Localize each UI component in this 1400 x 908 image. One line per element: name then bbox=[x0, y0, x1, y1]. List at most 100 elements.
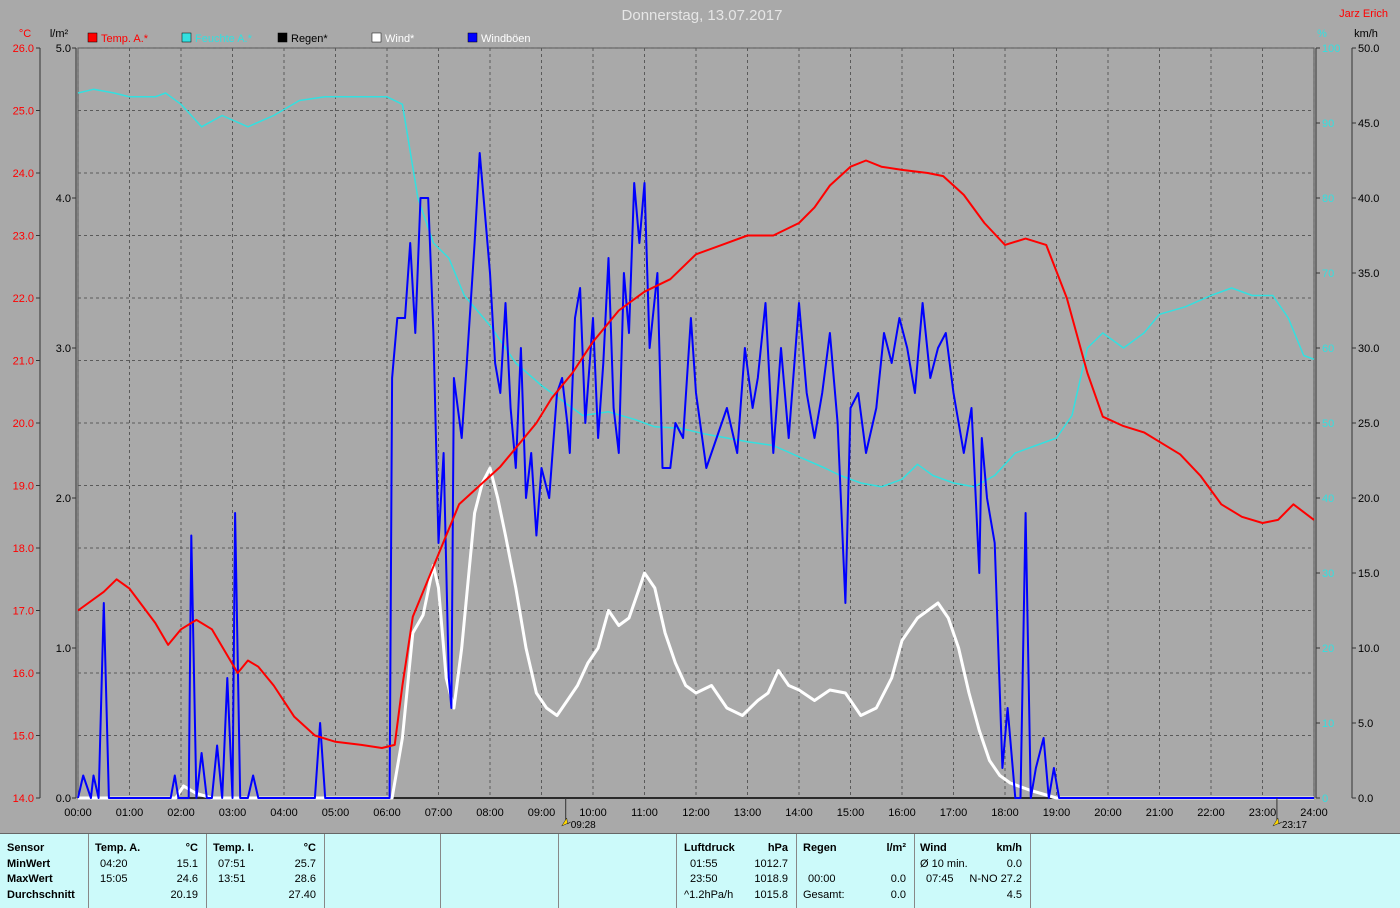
rain-unit: l/m² bbox=[886, 842, 906, 854]
wind-tick-label: 10.0 bbox=[1358, 643, 1379, 655]
wind-tick-label: 40.0 bbox=[1358, 193, 1379, 205]
temp-i-unit: °C bbox=[303, 842, 316, 854]
stats-panel: Sensor MinWert MaxWert Durchschnitt Temp… bbox=[0, 833, 1400, 908]
x-tick-label: 05:00 bbox=[322, 807, 350, 819]
legend-swatch bbox=[181, 32, 192, 43]
temp-tick-label: 24.0 bbox=[13, 168, 34, 180]
temp-i-min-value: 25.7 bbox=[294, 858, 316, 870]
x-tick-label: 00:00 bbox=[64, 807, 92, 819]
humidity-tick-label: 10 bbox=[1322, 718, 1334, 730]
lightning-icon bbox=[1272, 817, 1283, 827]
pressure-min-value: 1012.7 bbox=[754, 858, 788, 870]
wind-tick-label: 45.0 bbox=[1358, 118, 1379, 130]
temp-tick-label: 20.0 bbox=[13, 418, 34, 430]
x-tick-label: 24:00 bbox=[1300, 807, 1328, 819]
wind-tick-label: 20.0 bbox=[1358, 493, 1379, 505]
chart-title: Donnerstag, 13.07.2017 bbox=[622, 7, 783, 24]
x-tick-label: 07:00 bbox=[425, 807, 453, 819]
x-tick-label: 12:00 bbox=[682, 807, 710, 819]
weather-chart: 14.0 15.0 16.0 17.0 18.0 19.0 20.0 21.0 22.0 23.0… bbox=[13, 7, 1388, 831]
humidity-tick-label: 20 bbox=[1322, 643, 1334, 655]
temp-i-min-time: 07:51 bbox=[218, 858, 246, 870]
temp-i-max-value: 28.6 bbox=[294, 873, 316, 885]
wind-header: Wind bbox=[920, 842, 947, 854]
x-tick-label: 06:00 bbox=[373, 807, 401, 819]
legend-swatch bbox=[87, 32, 98, 43]
x-tick-label: 03:00 bbox=[219, 807, 247, 819]
temp-a-max-time: 15:05 bbox=[100, 873, 128, 885]
sensor-header: Sensor bbox=[7, 842, 45, 854]
row-label-max: MaxWert bbox=[7, 873, 53, 885]
x-tick-label: 23:00 bbox=[1249, 807, 1277, 819]
temp-tick-label: 25.0 bbox=[13, 106, 34, 118]
legend-swatch bbox=[277, 32, 288, 43]
temp-a-unit: °C bbox=[185, 842, 198, 854]
rain-tick-label: 5.0 bbox=[56, 43, 71, 55]
rain-max-time: 00:00 bbox=[808, 873, 836, 885]
rain-total-label: Gesamt: bbox=[803, 889, 845, 901]
legend-label: Regen* bbox=[291, 33, 328, 45]
temp-a-min-value: 15.1 bbox=[176, 858, 198, 870]
temp-tick-label: 23.0 bbox=[13, 231, 34, 243]
temp-i-max-time: 13:51 bbox=[218, 873, 246, 885]
x-tick-label: 10:00 bbox=[579, 807, 607, 819]
x-tick-label: 09:00 bbox=[528, 807, 556, 819]
rain-tick-label: 2.0 bbox=[56, 493, 71, 505]
temp-axis-unit: °C bbox=[19, 28, 31, 40]
rain-tick-label: 0.0 bbox=[56, 793, 71, 805]
wind-tick-label: 35.0 bbox=[1358, 268, 1379, 280]
x-tick-label: 08:00 bbox=[476, 807, 504, 819]
rain-max-value: 0.0 bbox=[890, 873, 906, 885]
legend-label: Windböen bbox=[481, 33, 531, 45]
x-tick-label: 14:00 bbox=[785, 807, 813, 819]
temp-i-avg-value: 27.40 bbox=[288, 889, 316, 901]
wind-max-value: N-NO 27.2 bbox=[969, 873, 1022, 885]
wind-unit: km/h bbox=[996, 842, 1022, 854]
wind-avg-value: 4.5 bbox=[1006, 889, 1022, 901]
wind-tick-label: 0.0 bbox=[1358, 793, 1373, 805]
wind-tick-label: 5.0 bbox=[1358, 718, 1373, 730]
pressure-unit: hPa bbox=[767, 842, 788, 854]
rain-total-value: 0.0 bbox=[890, 889, 906, 901]
rain-tick-label: 1.0 bbox=[56, 643, 71, 655]
temp-tick-label: 16.0 bbox=[13, 668, 34, 680]
humidity-tick-label: 90 bbox=[1322, 118, 1334, 130]
temp-tick-label: 26.0 bbox=[13, 43, 34, 55]
temp-a-avg-value: 20.19 bbox=[170, 889, 198, 901]
x-tick-label: 04:00 bbox=[270, 807, 298, 819]
temp-tick-label: 21.0 bbox=[13, 356, 34, 368]
humidity-tick-label: 70 bbox=[1322, 268, 1334, 280]
humidity-axis-unit: % bbox=[1317, 28, 1327, 40]
temp-tick-label: 22.0 bbox=[13, 293, 34, 305]
row-label-avg: Durchschnitt bbox=[7, 889, 75, 901]
pressure-trend: ^1.2hPa/h bbox=[684, 889, 734, 901]
rain-tick-label: 4.0 bbox=[56, 193, 71, 205]
time-marker-label: 09:28 bbox=[571, 820, 596, 831]
rain-tick-label: 3.0 bbox=[56, 343, 71, 355]
x-tick-label: 02:00 bbox=[167, 807, 195, 819]
pressure-min-time: 01:55 bbox=[690, 858, 718, 870]
temp-tick-label: 19.0 bbox=[13, 481, 34, 493]
humidity-tick-label: 80 bbox=[1322, 193, 1334, 205]
rain-axis-unit: l/m² bbox=[50, 28, 69, 40]
temp-tick-label: 17.0 bbox=[13, 606, 34, 618]
rain-header: Regen bbox=[803, 842, 837, 854]
x-tick-label: 17:00 bbox=[940, 807, 968, 819]
wind-max-time: 07:45 bbox=[926, 873, 954, 885]
humidity-tick-label: 50 bbox=[1322, 418, 1334, 430]
x-tick-label: 22:00 bbox=[1197, 807, 1225, 819]
x-tick-label: 18:00 bbox=[991, 807, 1019, 819]
legend-label: Feuchte A.* bbox=[195, 33, 253, 45]
humidity-tick-label: 60 bbox=[1322, 343, 1334, 355]
x-tick-label: 19:00 bbox=[1043, 807, 1071, 819]
temp-tick-label: 14.0 bbox=[13, 793, 34, 805]
humidity-tick-label: 100 bbox=[1322, 43, 1340, 55]
x-tick-label: 01:00 bbox=[116, 807, 144, 819]
x-tick-label: 13:00 bbox=[734, 807, 762, 819]
temp-a-min-time: 04:20 bbox=[100, 858, 128, 870]
lightning-icon bbox=[561, 817, 571, 827]
wind-avg10-value: 0.0 bbox=[1006, 858, 1022, 870]
wind-avg10-label: Ø 10 min. bbox=[920, 858, 968, 870]
row-label-min: MinWert bbox=[7, 858, 51, 870]
x-tick-label: 21:00 bbox=[1146, 807, 1174, 819]
